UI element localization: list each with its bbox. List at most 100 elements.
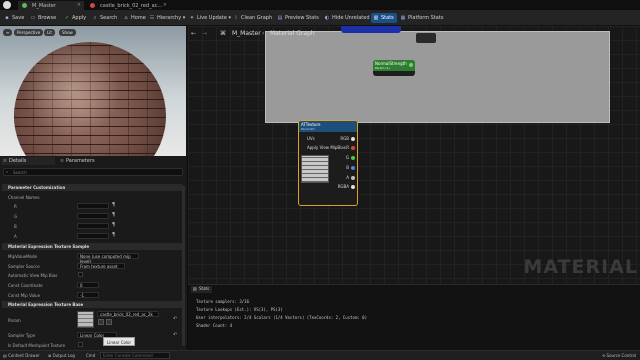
live-update-button[interactable]: ✦ Live Update ▾ xyxy=(187,13,234,23)
close-icon[interactable]: × xyxy=(77,2,81,8)
graph-breadcrumb-bar: ← → ⌘ M_Master › Material Graph xyxy=(188,26,640,42)
search-icon: ⌕ xyxy=(6,169,9,174)
node-subtitle: Param (1) xyxy=(375,66,390,70)
back-arrow-icon[interactable]: ← xyxy=(191,30,196,37)
use-selected-icon[interactable] xyxy=(106,319,112,325)
pin-label-uvs: UVs xyxy=(307,136,315,141)
hierarchy-button[interactable]: ☷ Hierarchy ▾ xyxy=(147,13,188,23)
node-subtitle: Param2D xyxy=(301,127,315,131)
home-button[interactable]: ⌂ Home xyxy=(121,13,149,23)
texture-sample-node[interactable]: ATTexture Param2D UVs Apply View MipBias… xyxy=(298,120,358,206)
live-update-icon: ✦ xyxy=(189,15,195,21)
text-format-icon[interactable]: ¶ xyxy=(112,222,115,228)
reset-arrow-icon[interactable]: ↶ xyxy=(173,316,177,322)
save-button[interactable]: ▪ Save xyxy=(2,13,27,23)
source-control-button[interactable]: ⟲ Source Control xyxy=(602,353,636,358)
section-texture-base[interactable]: Material Expression Texture Base xyxy=(2,301,183,308)
graph-title: Material Graph xyxy=(270,30,315,37)
show-button[interactable]: Show xyxy=(59,29,76,36)
const-mip-label: Const Mip Value xyxy=(8,293,41,298)
console-input[interactable]: Enter Console Command xyxy=(100,352,170,359)
channel-a-field[interactable] xyxy=(77,233,109,239)
text-format-icon[interactable]: ¶ xyxy=(112,212,115,218)
tab-castle-brick[interactable]: castle_brick_02_red_ac... × xyxy=(86,1,170,10)
material-graph-canvas[interactable]: ← → ⌘ M_Master › Material Graph NormalSt… xyxy=(188,26,640,284)
details-search-input[interactable]: ⌕ Search xyxy=(3,168,183,176)
comment-box[interactable] xyxy=(265,31,610,123)
toolbar: ▪ Save ▭ Browse ✓ Apply ⌕ Search ⌂ Home ☷ Hier… xyxy=(0,10,640,26)
close-icon[interactable]: × xyxy=(163,2,167,8)
status-bar: ▤ Content Drawer ≣ Output Log Cmd Enter … xyxy=(0,350,640,360)
browse-asset-icon[interactable] xyxy=(98,319,104,325)
texture-thumbnail[interactable] xyxy=(77,311,94,328)
default-meshpaint-checkbox[interactable] xyxy=(78,342,83,347)
pin-label-rgba: RGBA xyxy=(337,184,349,189)
section-texture-sample[interactable]: Material Expression Texture Sample xyxy=(2,243,183,250)
param-texture-select[interactable]: castle_brick_02_red_ac_2k xyxy=(97,311,159,317)
stats-button[interactable]: ▥ Stats xyxy=(371,13,397,23)
home-icon: ⌂ xyxy=(124,15,128,21)
hide-unrelated-button[interactable]: ◐ Hide Unrelated xyxy=(322,13,373,23)
forward-arrow-icon[interactable]: → xyxy=(202,30,207,37)
parameters-icon: ☰ xyxy=(60,158,64,163)
node-header: ATTexture Param2D xyxy=(299,121,357,132)
tab-label: M_Master xyxy=(32,3,56,9)
auto-mip-checkbox[interactable] xyxy=(78,272,83,277)
preview-viewport[interactable]: ≡ Perspective Lit Show xyxy=(0,26,186,156)
output-pin-icon[interactable] xyxy=(351,146,355,150)
search-button[interactable]: ⌕ Search xyxy=(90,13,120,23)
viewport-menu-button[interactable]: ≡ xyxy=(3,29,13,36)
output-pin-icon[interactable] xyxy=(351,156,355,160)
output-pin-icon[interactable] xyxy=(409,63,413,67)
tab-m-master[interactable]: M_Master × xyxy=(18,1,84,10)
cmd-button[interactable]: Cmd xyxy=(86,353,95,358)
broom-icon: ⌇ xyxy=(234,15,238,21)
tab-parameters[interactable]: ☰ Parameters xyxy=(58,157,116,165)
channel-b-field[interactable] xyxy=(77,223,109,229)
apply-button[interactable]: ✓ Apply xyxy=(62,13,89,23)
preview-stats-button[interactable]: ▤ Preview Stats xyxy=(275,13,322,23)
const-coordinate-field[interactable]: 0 xyxy=(77,282,99,288)
output-pin-icon[interactable] xyxy=(351,176,355,180)
tab-details[interactable]: ☰ Details xyxy=(1,157,55,165)
preview-icon: ▤ xyxy=(277,15,283,21)
sampler-type-label: Sampler Type xyxy=(8,333,36,338)
platform-stats-button[interactable]: ▦ Platform Stats xyxy=(398,13,446,23)
tab-label: castle_brick_02_red_ac... xyxy=(100,3,163,9)
stats-icon: ▥ xyxy=(193,286,197,291)
hide-icon: ◐ xyxy=(324,15,330,21)
chevron-down-icon: ▾ xyxy=(181,15,186,21)
perspective-button[interactable]: Perspective xyxy=(14,29,44,36)
section-parameter-customization[interactable]: Parameter Customization xyxy=(2,184,183,191)
channel-names-label: Channel Names xyxy=(8,195,40,200)
normal-strength-node[interactable]: NormalStrength Param (1) xyxy=(373,60,415,76)
unreal-logo-icon[interactable] xyxy=(3,1,11,9)
sampler-source-select[interactable]: From texture asset xyxy=(77,263,125,269)
breadcrumb-asset[interactable]: M_Master xyxy=(232,30,261,37)
content-drawer-button[interactable]: ▤ Content Drawer xyxy=(3,353,40,358)
folder-icon: ▭ xyxy=(30,15,36,21)
stats-tab[interactable]: ▥ Stats xyxy=(191,286,213,293)
const-mip-field[interactable]: -1 xyxy=(77,292,99,298)
mip-mode-select[interactable]: None (use computed mip level) xyxy=(77,253,139,264)
output-pin-icon[interactable] xyxy=(351,137,355,141)
stats-panel: ▥ Stats Texture samplers: 3/16 Texture Lo… xyxy=(188,284,640,350)
graph-icon: ⌘ xyxy=(220,30,226,37)
output-pin-icon[interactable] xyxy=(351,185,355,189)
lit-button[interactable]: Lit xyxy=(44,29,55,36)
search-icon: ⌕ xyxy=(93,15,97,21)
text-format-icon[interactable]: ¶ xyxy=(112,232,115,238)
details-panel: ☰ Details ☰ Parameters ⌕ Search Parameter C… xyxy=(0,156,188,360)
const-coordinate-label: Const Coordinate xyxy=(8,283,43,288)
mip-mode-label: MipValueMode xyxy=(8,254,37,259)
text-format-icon[interactable]: ¶ xyxy=(112,202,115,208)
output-log-button[interactable]: ≣ Output Log xyxy=(48,353,75,358)
clean-graph-button[interactable]: ⌇ Clean Graph xyxy=(231,13,275,23)
channel-g-field[interactable] xyxy=(77,213,109,219)
check-icon: ✓ xyxy=(64,15,70,21)
channel-r-field[interactable] xyxy=(77,203,109,209)
scrollbar[interactable] xyxy=(182,186,185,346)
output-pin-icon[interactable] xyxy=(351,166,355,170)
reset-arrow-icon[interactable]: ↶ xyxy=(173,332,177,338)
browse-button[interactable]: ▭ Browse xyxy=(28,13,59,23)
